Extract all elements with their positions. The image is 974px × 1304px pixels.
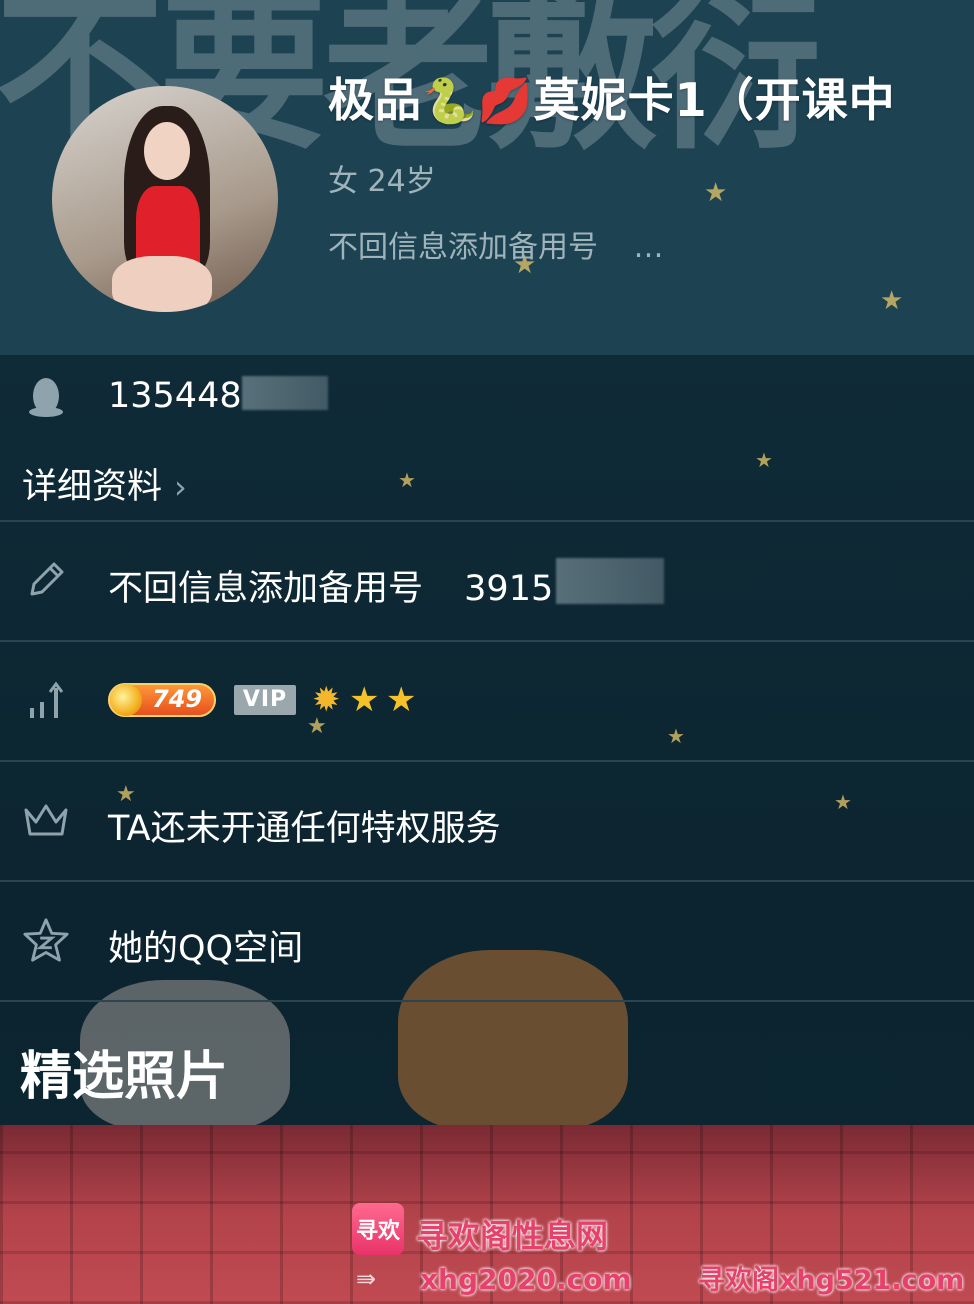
watermark-logo: 寻欢: [352, 1203, 404, 1255]
divider: [0, 520, 974, 522]
decor-star-icon: ★: [398, 468, 416, 492]
decor-star-icon: ★: [704, 178, 728, 208]
arrow-right-icon: ⇛: [356, 1265, 377, 1293]
level-bars-icon: [22, 676, 70, 724]
profile-signature[interactable]: 不回信息添加备用号 …: [328, 222, 664, 266]
pencil-icon: [22, 556, 70, 604]
vip-badge[interactable]: VIP: [234, 685, 296, 715]
detail-info-label: 详细资料: [22, 467, 163, 507]
gender-age: 女 24岁: [328, 164, 436, 199]
qq-number[interactable]: 135448: [108, 376, 242, 416]
decor-star-icon: ★: [667, 724, 685, 748]
avatar[interactable]: [52, 86, 278, 312]
lips-emoji-icon: 💋: [477, 76, 534, 127]
detail-info-link[interactable]: 详细资料 ›: [22, 458, 187, 509]
divider: [0, 760, 974, 762]
watermark-site-name: 寻欢阁性息网: [416, 1217, 609, 1255]
signature-more: …: [633, 230, 664, 265]
decor-star-icon: ★: [755, 448, 773, 472]
watermark-right: 寻欢阁xhg521.com: [698, 1265, 965, 1296]
privilege-row[interactable]: TA还未开通任何特权服务: [108, 800, 501, 851]
decor-star-icon: ★: [834, 790, 852, 814]
coin-icon: [110, 684, 142, 716]
qq-penguin-icon: [22, 372, 70, 420]
coin-level-badge[interactable]: 749: [108, 683, 216, 717]
star-level-icon: ★: [386, 680, 417, 720]
divider: [0, 1000, 974, 1002]
decor-star-icon: ★: [880, 286, 904, 316]
qzone-star-icon: [22, 916, 70, 964]
number-mosaic: [242, 376, 328, 410]
signature-row[interactable]: 不回信息添加备用号 3915: [108, 560, 553, 611]
number-mosaic: [556, 558, 664, 604]
snake-emoji-icon: 🐍: [422, 76, 478, 127]
signature-row-text: 不回信息添加备用号: [108, 569, 424, 609]
nickname-text-2: 莫妮卡1（开课中: [533, 73, 896, 127]
qzone-row[interactable]: 她的QQ空间: [108, 920, 303, 971]
divider: [0, 640, 974, 642]
coin-value: 749: [152, 685, 203, 713]
star-level-icon: ★: [349, 680, 380, 720]
watermark-url: xhg2020.com: [420, 1263, 632, 1296]
nickname: 极品🐍💋莫妮卡1（开课中: [328, 64, 896, 130]
nickname-text: 极品: [328, 73, 422, 127]
crown-icon: [22, 796, 70, 844]
backup-number: 3915: [464, 569, 554, 609]
watermark-center: 寻欢 寻欢阁性息网 ⇛ xhg2020.com: [352, 1203, 652, 1298]
signature-text: 不回信息添加备用号: [328, 230, 598, 265]
section-title-photos: 精选照片: [20, 1047, 229, 1107]
decor-cat-tiger: [398, 950, 628, 1130]
divider: [0, 880, 974, 882]
sun-level-icon: ✹: [312, 680, 341, 720]
chevron-right-icon: ›: [174, 468, 187, 506]
